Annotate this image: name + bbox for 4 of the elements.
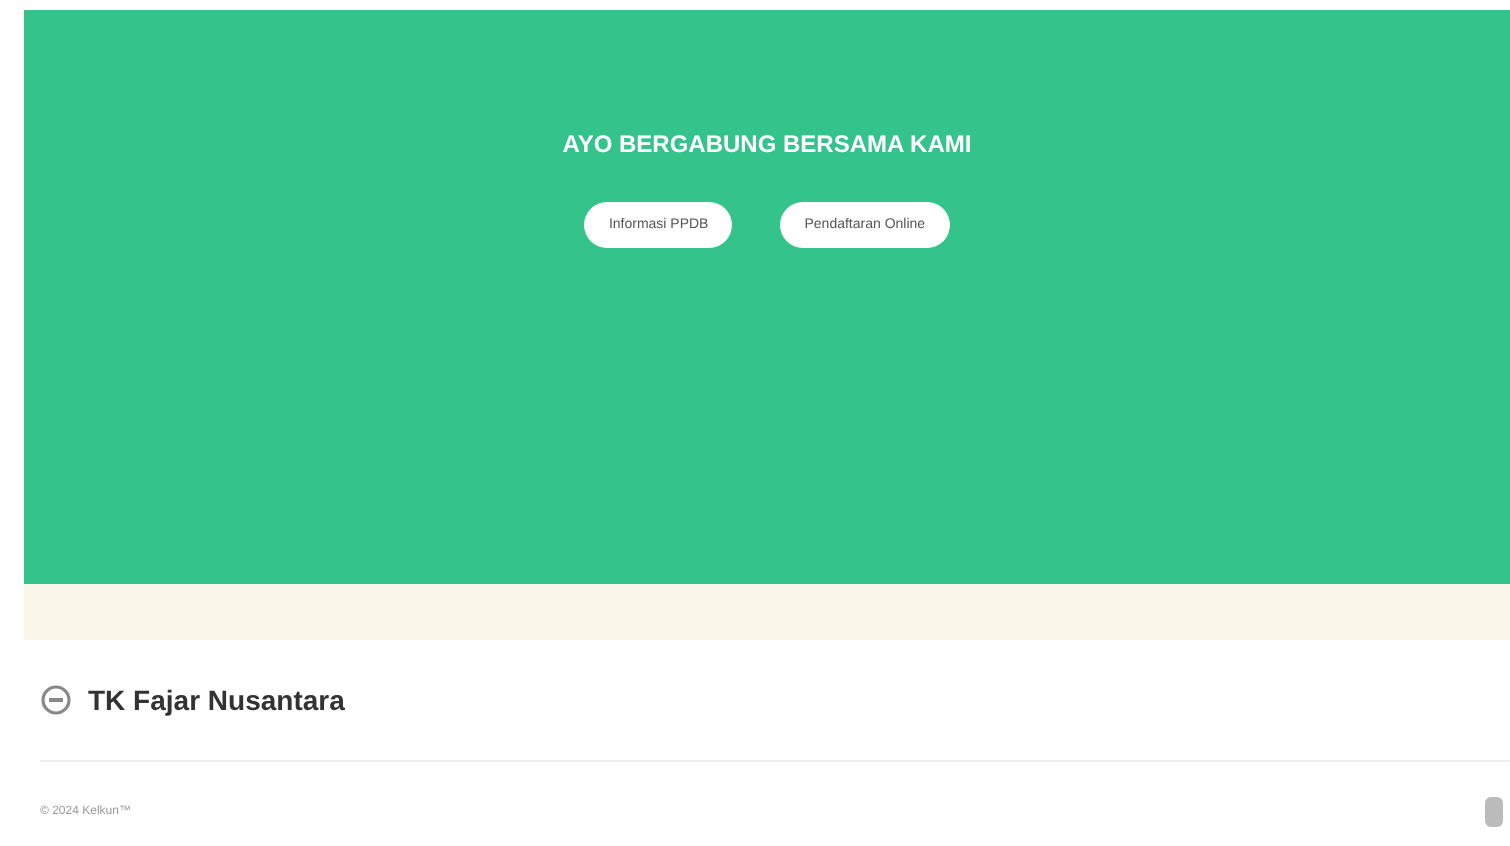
- logo-icon: [40, 684, 72, 716]
- banner-heading: AYO BERGABUNG BERSAMA KAMI: [562, 130, 972, 158]
- brand-name: TK Fajar Nusantara: [88, 684, 345, 716]
- scroll-top-icon[interactable]: [1484, 796, 1504, 828]
